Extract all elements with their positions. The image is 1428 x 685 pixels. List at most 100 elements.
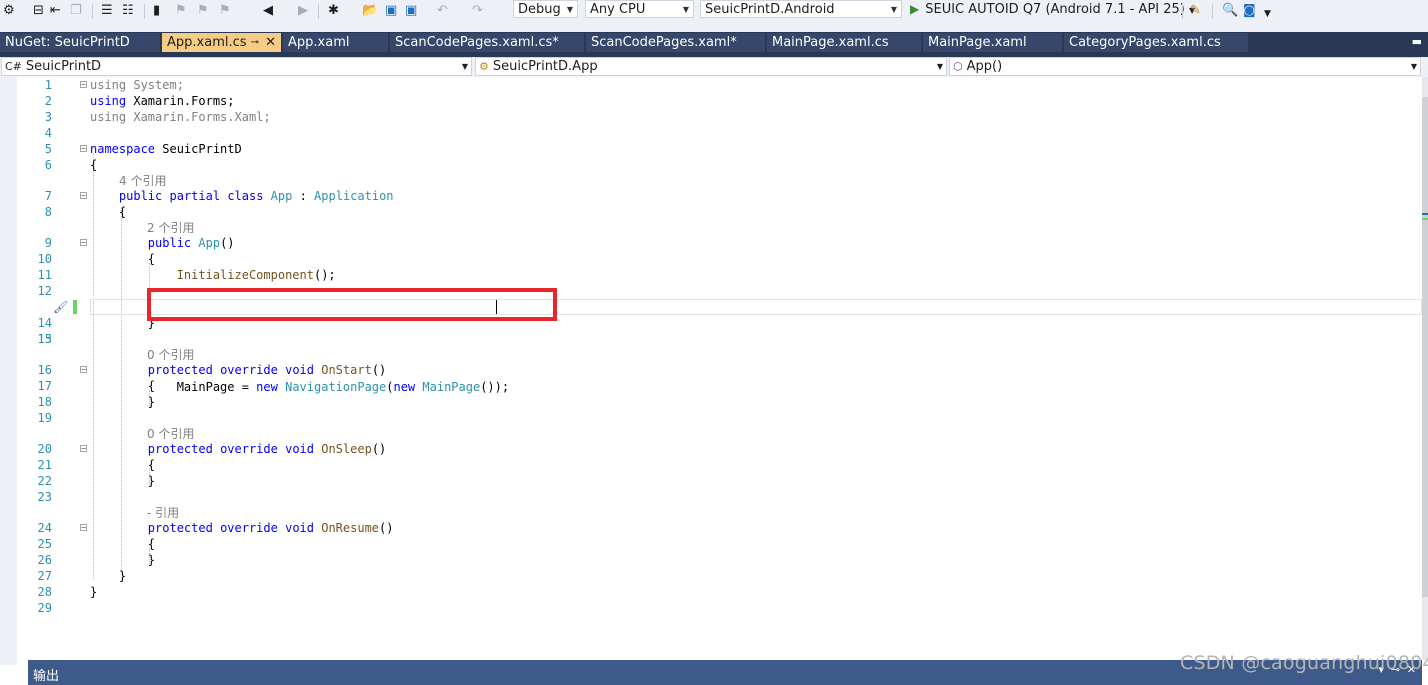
- prev-bookmark-icon[interactable]: ⚑: [175, 2, 187, 20]
- codelens-references[interactable]: 0 个引用: [147, 347, 1428, 363]
- collapse-icon[interactable]: −: [80, 524, 87, 532]
- vertical-scrollbar[interactable]: [1422, 77, 1428, 660]
- undo-icon[interactable]: ↶: [437, 2, 448, 20]
- tab-mainpage-xaml-cs[interactable]: MainPage.xaml.cs: [767, 33, 921, 52]
- tab-label: CategoryPages.xaml.cs: [1069, 35, 1221, 50]
- type-dropdown[interactable]: ⚙ SeuicPrintD.App ▼: [475, 57, 947, 76]
- live-share-icon[interactable]: ✎: [1190, 2, 1201, 20]
- tab-scancodepages-xaml[interactable]: ScanCodePages.xaml*: [586, 33, 765, 52]
- configuration-select[interactable]: Debug ▼: [513, 0, 578, 18]
- tab-overflow-icon[interactable]: ▬: [1412, 35, 1422, 48]
- collapse-icon[interactable]: −: [80, 445, 87, 453]
- code-line: 4: [17, 125, 1422, 141]
- collapse-icon[interactable]: −: [80, 366, 87, 374]
- code-line: 1 − using System;: [17, 77, 1422, 93]
- code-line: 24− protected override void OnResume(): [17, 520, 1422, 536]
- toolbar-separator: [1182, 4, 1183, 19]
- line-number: 19: [37, 411, 52, 425]
- code-line: 16− protected override void OnStart(): [17, 362, 1422, 378]
- line-number: 4: [44, 126, 52, 140]
- project-name: SeuicPrintD: [25, 59, 102, 74]
- redo-icon[interactable]: ↷: [472, 2, 483, 20]
- new-project-icon[interactable]: ✱: [328, 2, 339, 20]
- code-line: 11 InitializeComponent();: [17, 267, 1422, 283]
- collapse-icon[interactable]: −: [80, 192, 87, 200]
- tab-label: App.xaml.cs: [167, 35, 247, 50]
- comment-icon[interactable]: ☰: [101, 2, 113, 20]
- next-bookmark-icon[interactable]: ⚑: [197, 2, 209, 20]
- line-number: 3: [44, 110, 52, 124]
- close-icon[interactable]: ✕: [265, 33, 276, 52]
- codelens-references[interactable]: - 引用: [147, 505, 1428, 521]
- collapse-icon[interactable]: −: [80, 145, 87, 153]
- line-number: 22: [37, 474, 52, 488]
- pin-icon[interactable]: ⊸: [251, 33, 259, 52]
- tab-app-xaml[interactable]: App.xaml: [283, 33, 388, 52]
- tab-nuget[interactable]: NuGet: SeuicPrintD: [0, 33, 160, 52]
- scroll-marker: [1422, 213, 1428, 215]
- watermark: CSDN @caoguanghui0804: [1180, 652, 1428, 674]
- play-icon: ▶: [910, 2, 920, 16]
- member-dropdown[interactable]: ⬡ App() ▼: [949, 57, 1421, 76]
- startup-project-select[interactable]: SeuicPrintD.Android ▼: [700, 0, 902, 18]
- quick-actions-icon[interactable]: 🖌: [53, 299, 68, 315]
- line-number: 18: [37, 395, 52, 409]
- line-number: 27: [37, 569, 52, 583]
- screenshot-icon[interactable]: ◙: [1243, 2, 1256, 20]
- collapse-icon[interactable]: −: [80, 239, 87, 247]
- navigation-bar: C# SeuicPrintD ▼ ⚙ SeuicPrintD.App ▼ ⬡ App(…: [0, 57, 1428, 78]
- code-line: 8 {: [17, 204, 1422, 220]
- outdent-icon[interactable]: ⇤: [50, 2, 61, 20]
- code-line: 27 }: [17, 568, 1422, 584]
- toolbar-overflow-icon[interactable]: ▼: [1264, 5, 1271, 23]
- clear-bookmark-icon[interactable]: ⚑: [219, 2, 231, 20]
- chevron-down-icon: ▼: [1410, 62, 1417, 71]
- align-icon[interactable]: ⊟: [33, 2, 44, 20]
- editor-left-margin: [0, 77, 17, 665]
- codelens-references[interactable]: 4 个引用: [119, 173, 1428, 189]
- platform-select[interactable]: Any CPU ▼: [585, 0, 694, 18]
- code-line: 17 {: [17, 378, 1422, 394]
- tab-app-xaml-cs[interactable]: App.xaml.cs ⊸ ✕: [162, 33, 281, 52]
- bookmark-icon[interactable]: ▮: [153, 2, 160, 20]
- project-dropdown[interactable]: C# SeuicPrintD ▼: [1, 57, 472, 76]
- csharp-project-icon: C#: [5, 60, 22, 73]
- settings-icon[interactable]: ⚙: [3, 2, 15, 20]
- code-line: 15: [17, 331, 1422, 347]
- line-number: 11: [37, 268, 52, 282]
- codelens-references[interactable]: 2 个引用: [147, 220, 1428, 236]
- line-number: 24: [37, 521, 52, 535]
- toolbar-separator: [318, 4, 319, 19]
- method-icon: ⬡: [953, 60, 963, 73]
- startup-project-value: SeuicPrintD.Android: [705, 2, 835, 17]
- tab-categorypages-xaml-cs[interactable]: CategoryPages.xaml.cs: [1064, 33, 1248, 52]
- code-line: 5− namespace SeuicPrintD: [17, 141, 1422, 157]
- scroll-marker: [1422, 218, 1428, 220]
- run-button[interactable]: ▶ SEUIC AUTOID Q7 (Android 7.1 - API 25) …: [910, 0, 1195, 18]
- line-number: 6: [44, 158, 52, 172]
- chevron-down-icon: ▼: [566, 5, 573, 14]
- line-number: 12: [37, 284, 52, 298]
- code-editor[interactable]: 1− using System; 2 using Xamarin.Forms; 3u…: [17, 77, 1422, 660]
- code-line: 29: [17, 600, 1422, 616]
- chevron-down-icon: ▼: [936, 62, 943, 71]
- change-indicator: [73, 300, 77, 314]
- tab-scancodepages-xaml-cs[interactable]: ScanCodePages.xaml.cs*: [390, 33, 584, 52]
- scrollbar-thumb[interactable]: [1422, 97, 1428, 597]
- tab-label: App.xaml: [288, 35, 350, 50]
- codelens-references[interactable]: 0 个引用: [147, 426, 1428, 442]
- collapse-icon[interactable]: −: [80, 81, 87, 89]
- save-icon[interactable]: ▣: [385, 2, 397, 20]
- line-number: 28: [37, 585, 52, 599]
- open-file-icon[interactable]: 📂: [362, 2, 378, 20]
- toolbar-separator: [92, 4, 93, 19]
- platform-value: Any CPU: [590, 2, 646, 17]
- copy-icon[interactable]: ❐: [70, 2, 82, 20]
- save-all-icon[interactable]: ▣: [405, 2, 417, 20]
- navigate-back-icon[interactable]: ◀: [263, 2, 273, 20]
- navigate-forward-icon[interactable]: ▶: [298, 2, 308, 20]
- tab-mainpage-xaml[interactable]: MainPage.xaml: [923, 33, 1062, 52]
- uncomment-icon[interactable]: ☷: [122, 2, 134, 20]
- find-icon[interactable]: 🔍: [1222, 2, 1238, 20]
- line-number: 21: [37, 458, 52, 472]
